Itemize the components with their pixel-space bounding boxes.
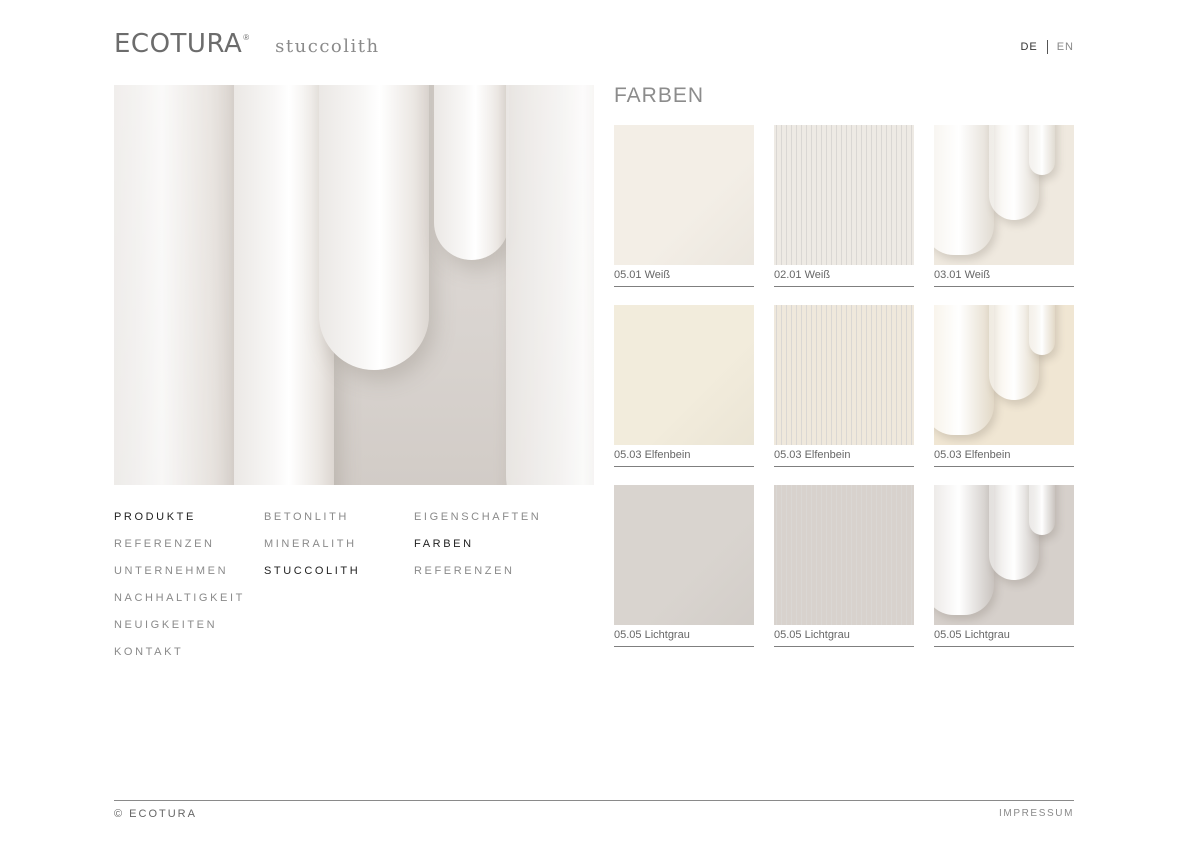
menu-item-produkte[interactable]: PRODUKTE xyxy=(114,511,245,538)
section-title: FARBEN xyxy=(614,84,705,107)
menu-item-unternehmen[interactable]: UNTERNEHMEN xyxy=(114,565,245,592)
relief-fin xyxy=(1029,485,1055,535)
swatch-tile[interactable]: 05.03 Elfenbein xyxy=(774,305,914,467)
main-menu: PRODUKTE REFERENZEN UNTERNEHMEN NACHHALT… xyxy=(114,511,245,673)
menu-item-referenzen[interactable]: REFERENZEN xyxy=(114,538,245,565)
lang-divider xyxy=(1046,40,1048,54)
logo-wordmark: ECOTURA xyxy=(114,29,243,59)
menu-item-eigenschaften[interactable]: EIGENSCHAFTEN xyxy=(414,511,541,538)
imprint-link[interactable]: IMPRESSUM xyxy=(999,808,1074,819)
swatch-image[interactable] xyxy=(614,125,754,265)
relief-fin xyxy=(934,485,994,615)
brand-logo[interactable]: ECOTURA ® stuccolith xyxy=(114,29,380,59)
menu-item-nachhaltigkeit[interactable]: NACHHALTIGKEIT xyxy=(114,592,245,619)
swatch-label: 03.01 Weiß xyxy=(934,269,991,281)
relief-form xyxy=(319,85,429,370)
detail-menu: EIGENSCHAFTEN FARBEN REFERENZEN xyxy=(414,511,541,592)
swatch-label: 05.03 Elfenbein xyxy=(774,449,851,461)
swatch-underline xyxy=(934,466,1074,467)
relief-form xyxy=(506,85,594,485)
relief-form xyxy=(434,85,509,260)
swatch-image[interactable] xyxy=(934,125,1074,265)
swatch-tile[interactable]: 05.01 Weiß xyxy=(614,125,754,287)
swatch-tile[interactable]: 05.03 Elfenbein xyxy=(614,305,754,467)
swatch-tile[interactable]: 03.01 Weiß xyxy=(934,125,1074,287)
swatch-label: 05.03 Elfenbein xyxy=(614,449,691,461)
swatch-image[interactable] xyxy=(774,125,914,265)
swatch-tile[interactable]: 05.05 Lichtgrau xyxy=(774,485,914,647)
swatch-underline xyxy=(934,286,1074,287)
swatch-label: 05.03 Elfenbein xyxy=(934,449,1011,461)
relief-fin xyxy=(934,305,994,435)
swatch-label: 05.05 Lichtgrau xyxy=(774,629,850,641)
lang-de[interactable]: DE xyxy=(1020,41,1037,53)
swatch-tile[interactable]: 05.05 Lichtgrau xyxy=(614,485,754,647)
swatch-tile[interactable]: 05.03 Elfenbein xyxy=(934,305,1074,467)
swatch-label: 05.05 Lichtgrau xyxy=(614,629,690,641)
language-switcher: DE EN xyxy=(1020,40,1074,54)
swatch-underline xyxy=(614,646,754,647)
relief-fin xyxy=(1029,125,1055,175)
swatch-image[interactable] xyxy=(774,305,914,445)
menu-item-neuigkeiten[interactable]: NEUIGKEITEN xyxy=(114,619,245,646)
swatch-underline xyxy=(934,646,1074,647)
product-menu: BETONLITH MINERALITH STUCCOLITH xyxy=(264,511,360,592)
swatch-image[interactable] xyxy=(774,485,914,625)
swatch-image[interactable] xyxy=(934,305,1074,445)
swatch-image[interactable] xyxy=(934,485,1074,625)
menu-item-betonlith[interactable]: BETONLITH xyxy=(264,511,360,538)
swatch-label: 05.01 Weiß xyxy=(614,269,671,281)
relief-fin xyxy=(934,125,994,255)
footer-divider xyxy=(114,800,1074,801)
swatch-tile[interactable]: 02.01 Weiß xyxy=(774,125,914,287)
swatch-underline xyxy=(614,466,754,467)
menu-item-kontakt[interactable]: KONTAKT xyxy=(114,646,245,673)
swatch-tile[interactable]: 05.05 Lichtgrau xyxy=(934,485,1074,647)
footer-copyright: © ECOTURA xyxy=(114,808,197,820)
menu-item-stuccolith[interactable]: STUCCOLITH xyxy=(264,565,360,592)
swatch-underline xyxy=(614,286,754,287)
swatch-image[interactable] xyxy=(614,485,754,625)
menu-item-mineralith[interactable]: MINERALITH xyxy=(264,538,360,565)
swatch-label: 02.01 Weiß xyxy=(774,269,831,281)
registered-mark: ® xyxy=(243,33,250,42)
swatch-underline xyxy=(774,286,914,287)
swatch-label: 05.05 Lichtgrau xyxy=(934,629,1010,641)
hero-image xyxy=(114,85,594,485)
relief-fin xyxy=(1029,305,1055,355)
relief-form xyxy=(114,85,234,485)
product-name: stuccolith xyxy=(275,36,380,57)
lang-en[interactable]: EN xyxy=(1057,41,1074,53)
swatch-underline xyxy=(774,466,914,467)
menu-item-farben[interactable]: FARBEN xyxy=(414,538,541,565)
swatch-image[interactable] xyxy=(614,305,754,445)
menu-item-referenzen-product[interactable]: REFERENZEN xyxy=(414,565,541,592)
swatch-underline xyxy=(774,646,914,647)
